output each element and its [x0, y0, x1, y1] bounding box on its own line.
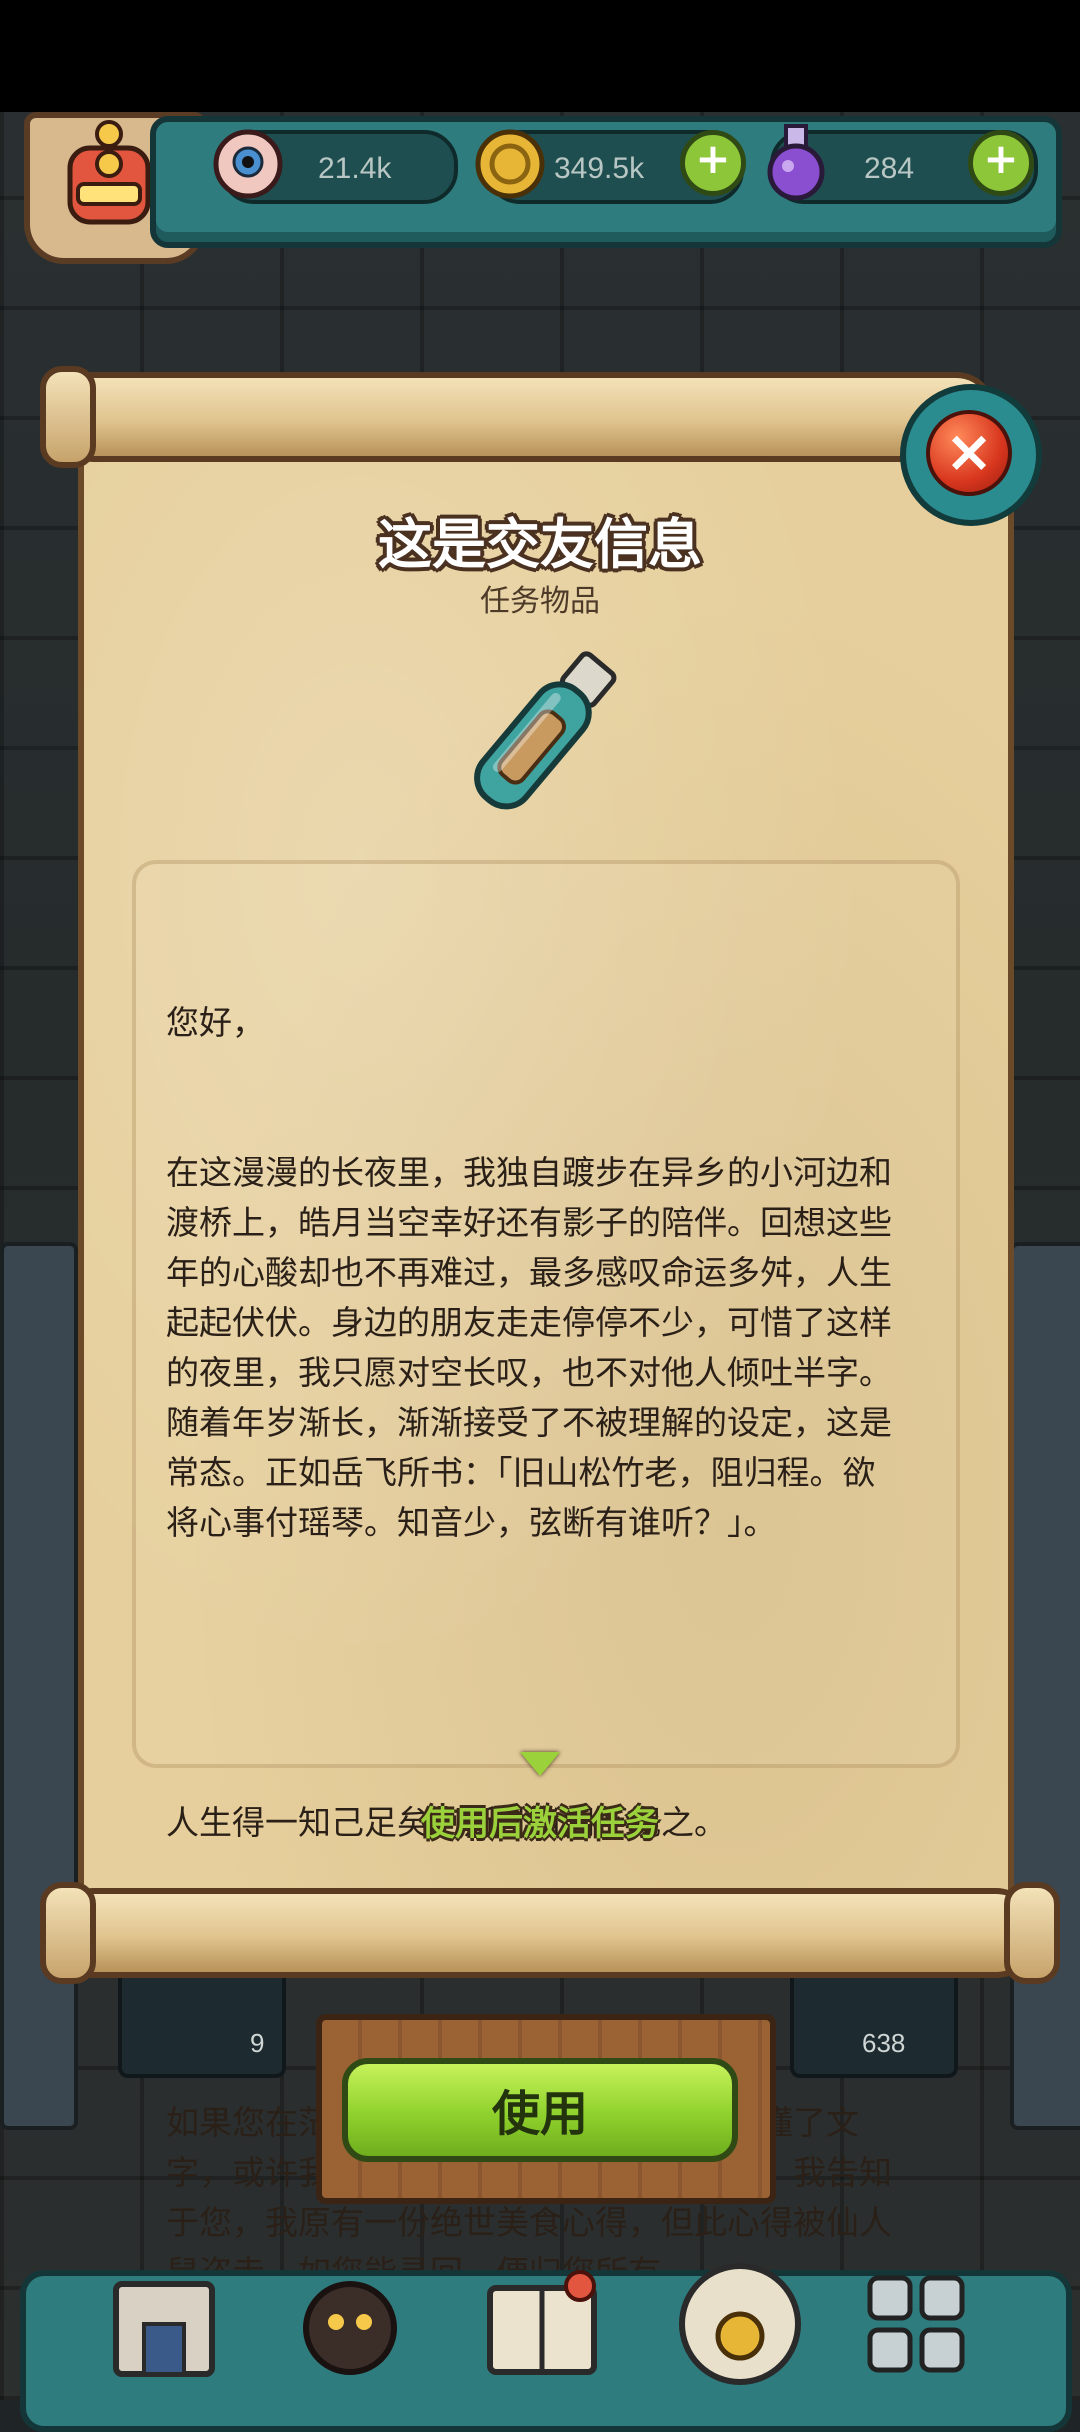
grid-menu-icon[interactable] [862, 2270, 972, 2380]
coin-icon [475, 129, 545, 199]
close-icon: × [926, 410, 1012, 496]
dialog-title: 这是交友信息 [378, 513, 702, 576]
coin-resource-value: 349.5k [554, 152, 645, 185]
add-coins-button[interactable]: + [680, 130, 746, 196]
use-button[interactable]: 使用 [342, 2058, 738, 2162]
activate-task-hint: 使用后激活任务 [421, 1804, 659, 1844]
scroll-down-arrow-icon[interactable] [520, 1752, 560, 1776]
scroll-bottom-roller-end-right [1004, 1882, 1060, 1984]
bag-icon[interactable] [660, 2240, 820, 2390]
potion-icon [767, 124, 825, 201]
scroll-bottom-roller-end-left [40, 1882, 96, 1984]
scroll-top-roller-end-left [40, 366, 96, 468]
eye-resource-value: 21.4k [318, 152, 392, 185]
add-potions-button[interactable]: + [968, 130, 1034, 196]
book-icon[interactable] [480, 2264, 604, 2384]
letter-paragraph: 在这漫漫的长夜里，我独自踱步在异乡的小河边和渡桥上，皓月当空幸好还有影子的陪伴。… [166, 1153, 892, 1542]
left-metal-wall [0, 1242, 78, 2130]
right-metal-wall [1010, 1242, 1080, 2130]
potion-resource-value: 284 [864, 152, 915, 185]
eyeball-icon [213, 129, 283, 199]
letter-spacer [166, 1948, 906, 1998]
monster-nest-icon[interactable] [290, 2264, 410, 2384]
letter-paragraph: 您好， [166, 1003, 265, 1042]
dialog-subtitle: 任务物品 [480, 584, 600, 619]
close-button[interactable]: × [900, 384, 1042, 526]
bottle-message-icon [474, 651, 617, 810]
shop-building-icon[interactable] [104, 2264, 224, 2384]
letter-spacer [166, 1648, 906, 1698]
status-bar [0, 0, 1080, 112]
scroll-top-roller [54, 372, 996, 462]
